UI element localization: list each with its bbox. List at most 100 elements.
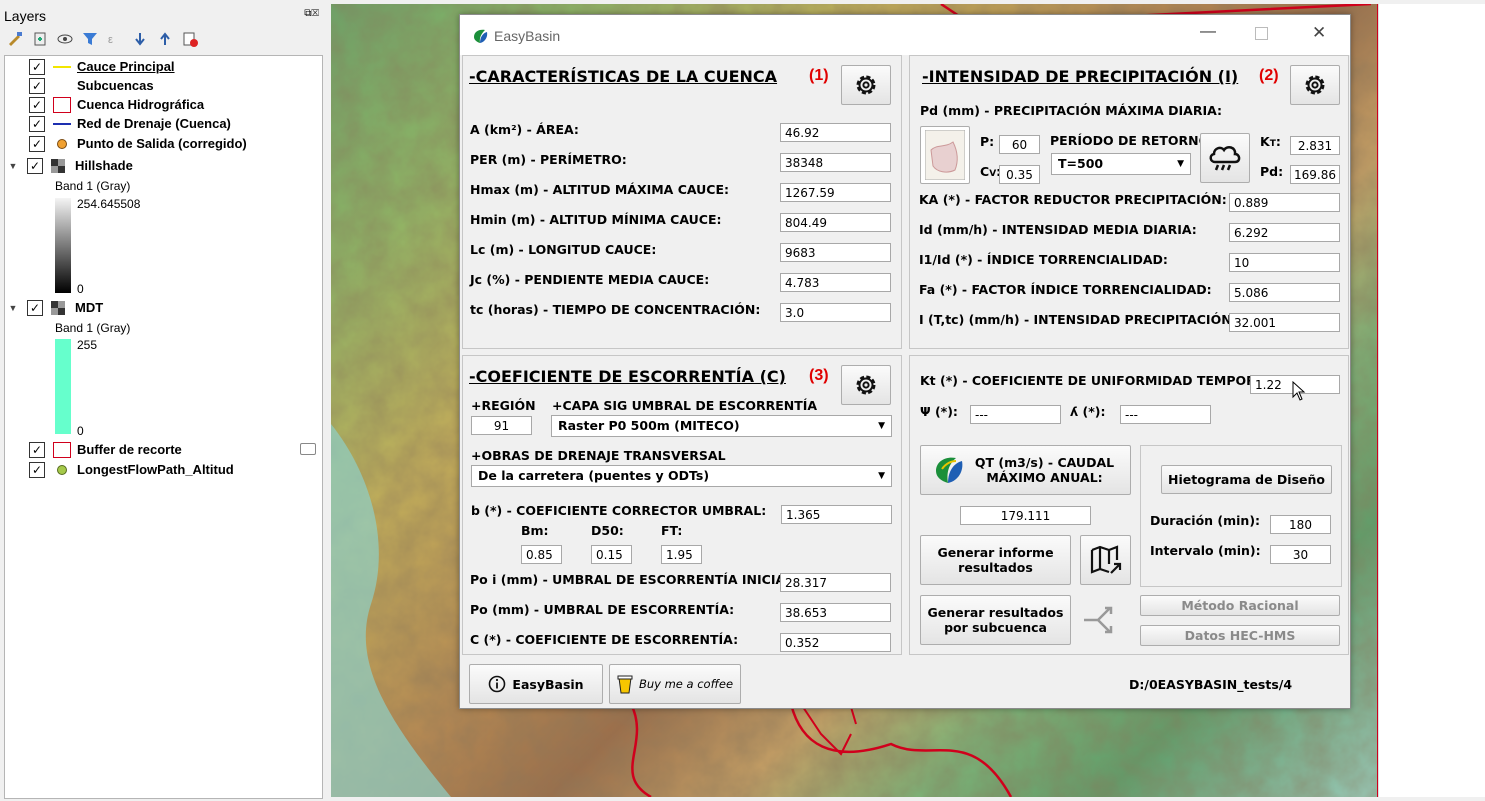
gear-icon xyxy=(1305,75,1325,95)
legend-max-value: 255 xyxy=(77,337,98,352)
close-icon[interactable]: ✕ xyxy=(1312,23,1326,43)
layer-subcuencas[interactable]: ✓ Subcuencas xyxy=(29,76,154,95)
buy-me-a-coffee-button[interactable]: Buy me a coffee xyxy=(609,664,741,704)
eye-icon[interactable] xyxy=(56,30,74,48)
layer-red-drenaje[interactable]: ✓ Red de Drenaje (Cuenca) xyxy=(29,114,231,133)
cuenca-row-input[interactable]: 9683 xyxy=(780,243,891,262)
easybasin-info-button[interactable]: EasyBasin xyxy=(469,664,603,704)
layer-checkbox[interactable]: ✓ xyxy=(29,115,45,132)
cuenca-row-input[interactable]: 46.92 xyxy=(780,123,891,142)
collapse-all-icon[interactable] xyxy=(156,30,174,48)
settings-button-1[interactable] xyxy=(841,65,891,105)
minimize-icon[interactable]: — xyxy=(1200,23,1216,41)
psi-input[interactable]: --- xyxy=(970,405,1061,424)
obras-select[interactable]: De la carretera (puentes y ODTs) ▼ xyxy=(471,465,892,487)
bm-input[interactable]: 0.85 xyxy=(521,545,562,564)
mdt-legend-ramp xyxy=(55,339,71,434)
escorrentia-row-label: C (*) - COEFICIENTE DE ESCORRENTÍA: xyxy=(470,632,739,647)
band-label: Band 1 (Gray) xyxy=(55,178,131,193)
cuenca-row-input[interactable]: 3.0 xyxy=(780,303,891,322)
generar-informe-button[interactable]: Generar informe resultados xyxy=(920,535,1071,585)
layer-checkbox[interactable]: ✓ xyxy=(29,58,45,75)
intensidad-row-input[interactable]: 5.086 xyxy=(1229,283,1340,302)
cv-input[interactable]: 0.35 xyxy=(999,165,1040,184)
expand-arrow-icon[interactable]: ▼ xyxy=(7,161,19,171)
legend-max-value: 254.645508 xyxy=(77,196,141,211)
style-brush-icon[interactable] xyxy=(6,30,24,48)
escorrentia-row-input[interactable]: 0.352 xyxy=(780,633,891,652)
region-input[interactable]: 91 xyxy=(471,416,532,435)
cuenca-row-label: Jc (%) - PENDIENTE MEDIA CAUCE: xyxy=(470,272,710,287)
cuenca-row-input[interactable]: 804.49 xyxy=(780,213,891,232)
duracion-input[interactable]: 180 xyxy=(1270,515,1331,534)
cuenca-row-label: Lc (m) - LONGITUD CAUCE: xyxy=(470,242,657,257)
layer-label: Subcuencas xyxy=(77,78,154,93)
lambda-input[interactable]: --- xyxy=(1120,405,1211,424)
layer-longest-flow-path[interactable]: ✓ LongestFlowPath_Altitud xyxy=(29,460,234,479)
cuenca-row-input[interactable]: 1267.59 xyxy=(780,183,891,202)
generar-subcuenca-button[interactable]: Generar resultados por subcuenca xyxy=(920,595,1071,645)
chevron-down-icon: ▼ xyxy=(878,421,885,431)
layer-checkbox[interactable]: ✓ xyxy=(27,299,43,316)
layers-tree: ✓ Cauce Principal ✓ Subcuencas ✓ Cuenca … xyxy=(4,55,323,799)
layer-checkbox[interactable]: ✓ xyxy=(29,441,45,458)
section1-number: (1) xyxy=(809,67,829,84)
layer-checkbox[interactable]: ✓ xyxy=(29,135,45,152)
layer-checkbox[interactable]: ✓ xyxy=(29,461,45,478)
layers-panel-title: Layers xyxy=(4,8,47,24)
map-export-button[interactable] xyxy=(1080,535,1131,585)
b-input[interactable]: 1.365 xyxy=(781,505,892,524)
rain-cloud-button[interactable] xyxy=(1200,133,1250,183)
legend-min-value: 0 xyxy=(77,423,84,438)
layer-checkbox[interactable]: ✓ xyxy=(29,77,45,94)
intensidad-row-input[interactable]: 0.889 xyxy=(1229,193,1340,212)
capa-sig-select[interactable]: Raster P0 500m (MITECO) ▼ xyxy=(551,415,892,437)
layer-buffer-recorte[interactable]: ✓ Buffer de recorte xyxy=(29,440,182,459)
escorrentia-row-label: Po (mm) - UMBRAL DE ESCORRENTÍA: xyxy=(470,602,735,617)
remove-layer-icon[interactable] xyxy=(181,30,199,48)
escorrentia-row-input[interactable]: 38.653 xyxy=(780,603,891,622)
maximize-icon[interactable] xyxy=(1255,27,1268,40)
cuenca-row-input[interactable]: 38348 xyxy=(780,153,891,172)
polygon-symbol-icon xyxy=(53,79,71,93)
layer-mdt[interactable]: ▼ ✓ MDT xyxy=(7,298,103,317)
kt-input[interactable]: 2.831 xyxy=(1290,136,1340,155)
expand-arrow-icon[interactable]: ▼ xyxy=(7,303,19,313)
legend-min-value: 0 xyxy=(77,281,84,296)
filter-expression-icon[interactable]: ε xyxy=(106,30,124,48)
ft-input[interactable]: 1.95 xyxy=(661,545,702,564)
info-icon xyxy=(489,675,506,693)
layer-cuenca-hidrografica[interactable]: ✓ Cuenca Hidrográfica xyxy=(29,95,204,114)
hietograma-button[interactable]: Hietograma de Diseño xyxy=(1161,465,1332,494)
add-group-icon[interactable] xyxy=(31,30,49,48)
layer-checkbox[interactable]: ✓ xyxy=(29,96,45,113)
settings-button-2[interactable] xyxy=(1290,65,1340,105)
intensidad-row-input[interactable]: 32.001 xyxy=(1229,313,1340,332)
layer-punto-salida[interactable]: ✓ Punto de Salida (corregido) xyxy=(29,134,247,153)
dialog-titlebar[interactable]: EasyBasin — ✕ xyxy=(460,15,1350,55)
layer-checkbox[interactable]: ✓ xyxy=(27,157,43,174)
d50-input[interactable]: 0.15 xyxy=(591,545,632,564)
intensidad-row-input[interactable]: 10 xyxy=(1229,253,1340,272)
return-period-select[interactable]: T=500 ▼ xyxy=(1051,153,1191,175)
metodo-racional-button[interactable]: Método Racional xyxy=(1140,595,1340,616)
pd-input[interactable]: 169.86 xyxy=(1290,165,1340,184)
cuenca-row-label: tc (horas) - TIEMPO DE CONCENTRACIÓN: xyxy=(470,302,761,317)
layer-hillshade[interactable]: ▼ ✓ Hillshade xyxy=(7,156,133,175)
layer-cauce-principal[interactable]: ✓ Cauce Principal xyxy=(29,57,175,76)
expand-all-icon[interactable] xyxy=(131,30,149,48)
filter-icon[interactable] xyxy=(81,30,99,48)
qt-output[interactable]: 179.111 xyxy=(960,506,1091,525)
escorrentia-row-input[interactable]: 28.317 xyxy=(780,573,891,592)
settings-button-3[interactable] xyxy=(841,365,891,405)
qt-caudal-button[interactable]: QT (m3/s) - CAUDAL MÁXIMO ANUAL: xyxy=(920,445,1131,495)
pd-map-thumbnail-button[interactable] xyxy=(920,126,970,184)
cuenca-row-input[interactable]: 4.783 xyxy=(780,273,891,292)
intervalo-input[interactable]: 30 xyxy=(1270,545,1331,564)
p-input[interactable]: 60 xyxy=(999,135,1040,154)
datos-hec-hms-button[interactable]: Datos HEC-HMS xyxy=(1140,625,1340,646)
ft-label: FT: xyxy=(661,523,683,538)
panel-float-close-icons[interactable]: ⧉☒ xyxy=(304,8,319,19)
memory-layer-icon[interactable] xyxy=(300,443,316,455)
intensidad-row-input[interactable]: 6.292 xyxy=(1229,223,1340,242)
